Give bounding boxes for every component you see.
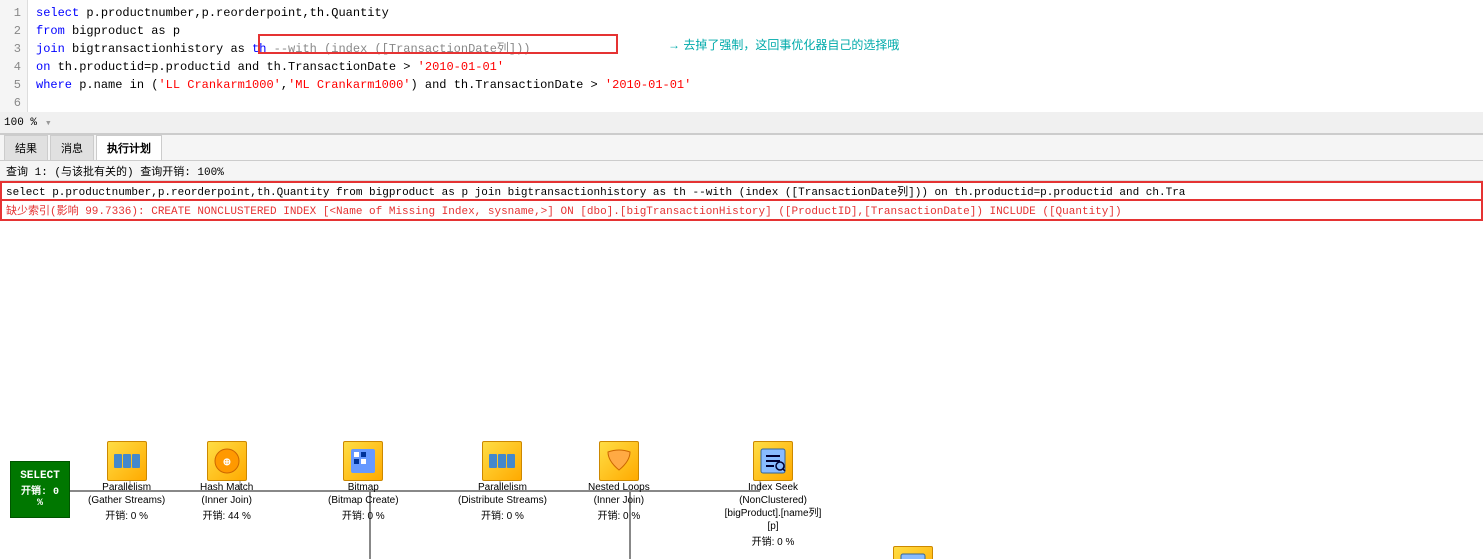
select-label: SELECT — [17, 470, 63, 482]
plan-node-parallelism1: Parallelism(Gather Streams) 开销: 0 % — [88, 441, 165, 522]
main-container: 1 2 3 4 5 6 7 select p.productnumber,p.r… — [0, 0, 1483, 559]
tab-messages[interactable]: 消息 — [50, 135, 94, 160]
plan-node-bitmap: Bitmap(Bitmap Create) 开销: 0 % — [328, 441, 399, 522]
parallelism2-cost: 开销: 0 % — [481, 507, 524, 522]
missing-index-text: 缺少索引(影响 99.7336): CREATE NONCLUSTERED IN… — [6, 202, 1122, 218]
plan-area[interactable]: SELECT 开销: 0 % Parallelism(Gather Stream… — [0, 221, 1483, 559]
tab-execution-plan[interactable]: 执行计划 — [96, 135, 162, 160]
sql-result-text: select p.productnumber,p.reorderpoint,th… — [6, 183, 1185, 199]
plan-node-indexseek1: Index Seek (NonClustered)[bigProduct].[n… — [718, 441, 828, 548]
code-area: 1 2 3 4 5 6 7 select p.productnumber,p.r… — [0, 0, 1483, 112]
hashmatch-label: Hash Match(Inner Join) — [200, 481, 253, 507]
nestedloops-icon — [599, 441, 639, 481]
bitmap-cost: 开销: 0 % — [342, 507, 385, 522]
code-line-5: where p.name in ('LL Crankarm1000','ML C… — [36, 76, 1475, 94]
code-line-4: on th.productid=p.productid and th.Trans… — [36, 58, 1475, 76]
code-line-6 — [36, 94, 1475, 112]
code-content[interactable]: select p.productnumber,p.reorderpoint,th… — [28, 0, 1483, 112]
code-editor: 1 2 3 4 5 6 7 select p.productnumber,p.r… — [0, 0, 1483, 135]
parallelism1-label: Parallelism(Gather Streams) — [88, 481, 165, 507]
code-annotation-text: 去掉了强制，这回事优化器自己的选择哦 — [683, 38, 899, 52]
select-cost: 开销: 0 % — [17, 482, 63, 509]
select-node: SELECT 开销: 0 % — [10, 461, 70, 518]
plan-node-parallelism2: Parallelism(Distribute Streams) 开销: 0 % — [458, 441, 547, 522]
hashmatch-cost: 开销: 44 % — [203, 507, 251, 522]
code-line-1: select p.productnumber,p.reorderpoint,th… — [36, 4, 1475, 22]
toolbar: 100 % ▾ — [0, 112, 1483, 134]
line-numbers: 1 2 3 4 5 6 7 — [0, 0, 28, 112]
query-info-bar: 查询 1: (与该批有关的) 查询开销: 100% — [0, 161, 1483, 181]
parallelism2-icon — [482, 441, 522, 481]
plan-node-nestedloops: Nested Loops(Inner Join) 开销: 0 % — [588, 441, 650, 522]
code-annotation: → 去掉了强制，这回事优化器自己的选择哦 — [668, 36, 899, 54]
tab-results[interactable]: 结果 — [4, 135, 48, 160]
missing-index-row: 缺少索引(影响 99.7336): CREATE NONCLUSTERED IN… — [0, 201, 1483, 221]
nestedloops-cost: 开销: 0 % — [597, 507, 640, 522]
indexseek1-label: Index Seek (NonClustered)[bigProduct].[n… — [718, 481, 828, 533]
hashmatch-icon: ⊕ — [207, 441, 247, 481]
indexseek1-icon — [753, 441, 793, 481]
keylookup-icon — [893, 546, 933, 559]
svg-text:⊕: ⊕ — [222, 457, 230, 468]
sql-result-row: select p.productnumber,p.reorderpoint,th… — [0, 181, 1483, 201]
parallelism2-label: Parallelism(Distribute Streams) — [458, 481, 547, 507]
tabs-bar: 结果 消息 执行计划 — [0, 135, 1483, 161]
parallelism1-cost: 开销: 0 % — [105, 507, 148, 522]
indexseek1-cost: 开销: 0 % — [752, 533, 795, 548]
nestedloops-label: Nested Loops(Inner Join) — [588, 481, 650, 507]
zoom-display: 100 % — [4, 117, 37, 129]
query-info-text: 查询 1: (与该批有关的) 查询开销: 100% — [6, 163, 224, 179]
parallelism1-icon — [107, 441, 147, 481]
bitmap-icon — [343, 441, 383, 481]
bitmap-label: Bitmap(Bitmap Create) — [328, 481, 399, 507]
plan-node-keylookup: Key Lookup (Clustered)[bigProduct].[pk_b… — [858, 546, 968, 559]
results-area: 查询 1: (与该批有关的) 查询开销: 100% select p.produ… — [0, 161, 1483, 559]
plan-node-hashmatch: ⊕ Hash Match(Inner Join) 开销: 44 % — [200, 441, 253, 522]
toolbar-separator: ▾ — [45, 116, 52, 130]
